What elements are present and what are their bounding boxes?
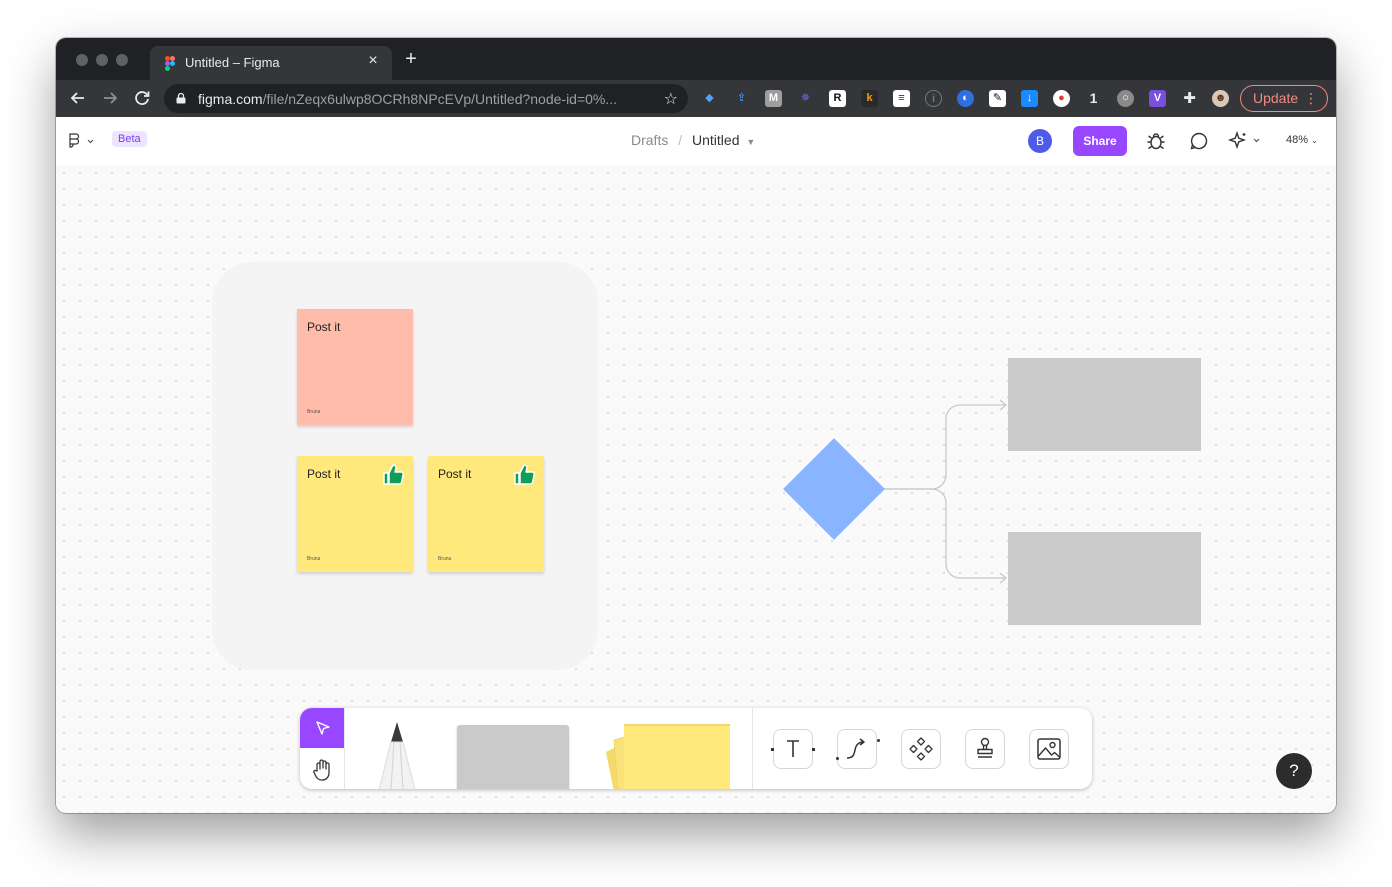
hand-icon: [313, 759, 330, 781]
bookmark-star-icon[interactable]: ☆: [664, 89, 678, 109]
browser-window: Untitled – Figma × + figma.com/file/nZeq…: [56, 38, 1336, 813]
browser-toolbar: figma.com/file/nZeqx6ulwp8OCRh8NPcEVp/Un…: [56, 80, 1336, 117]
tab-title: Untitled – Figma: [185, 55, 280, 70]
shape-icon[interactable]: [457, 725, 569, 789]
breadcrumb-separator: /: [678, 132, 683, 148]
ring-extension-icon[interactable]: ○: [1117, 90, 1134, 107]
text-icon: [787, 740, 799, 757]
dock-divider: [752, 708, 753, 789]
url-host: figma.com: [198, 91, 263, 107]
v-extension-icon[interactable]: V: [1149, 90, 1166, 107]
lock-icon: [176, 93, 186, 104]
bug-icon[interactable]: [1145, 130, 1167, 152]
connector-icon: [846, 738, 865, 759]
zoom-value: 48%: [1286, 134, 1309, 146]
breadcrumb: Drafts / Untitled ▼: [631, 132, 755, 148]
rectangle-shape[interactable]: [1008, 358, 1201, 451]
title-bar: Untitled – Figma × +: [56, 38, 1336, 80]
figma-logo-icon: [165, 56, 175, 71]
edit-extension-icon[interactable]: ✎: [989, 90, 1006, 107]
counter-extension[interactable]: 1: [1085, 90, 1102, 107]
m-extension-icon[interactable]: M: [765, 90, 782, 107]
component-tool[interactable]: [901, 729, 941, 769]
image-icon: [1037, 738, 1061, 760]
address-bar[interactable]: figma.com/file/nZeqx6ulwp8OCRh8NPcEVp/Un…: [164, 84, 688, 113]
image-tool[interactable]: [1029, 729, 1069, 769]
reload-icon[interactable]: [131, 87, 153, 109]
marker-icon[interactable]: [376, 722, 418, 789]
beta-badge: Beta: [112, 131, 147, 147]
user-avatar[interactable]: B: [1028, 129, 1052, 153]
chevron-down-icon[interactable]: ▼: [746, 137, 755, 147]
breadcrumb-drafts[interactable]: Drafts: [631, 132, 668, 148]
circle-extension-icon[interactable]: ◐: [957, 90, 974, 107]
tool-dock: [300, 708, 1092, 789]
stamp-tool[interactable]: [965, 729, 1005, 769]
connector-handle: [877, 739, 880, 742]
forward-arrow-icon[interactable]: [99, 87, 121, 109]
rectangle-shape[interactable]: [1008, 532, 1201, 625]
figma-menu-icon: [69, 133, 80, 148]
minimize-window-button[interactable]: [96, 54, 108, 66]
connector-handle: [836, 757, 839, 760]
figma-header: Beta Drafts / Untitled ▼ B Share 48% ⌄: [56, 117, 1336, 165]
connector-tool[interactable]: [837, 729, 877, 769]
profile-avatar[interactable]: ☻: [1212, 90, 1229, 107]
component-icon: [909, 737, 933, 761]
tab-close-icon[interactable]: ×: [364, 52, 382, 70]
new-tab-button[interactable]: +: [400, 48, 422, 71]
dock-divider: [344, 708, 345, 789]
main-menu-button[interactable]: [68, 133, 98, 149]
whiteboard-canvas[interactable]: Post it Bruna Post it Bruna Post it Brun…: [56, 165, 1336, 813]
download-extension-icon[interactable]: ↓: [1021, 90, 1038, 107]
sticky-note-icon[interactable]: [600, 722, 732, 789]
share-extension-icon[interactable]: ⇪: [733, 90, 750, 107]
hand-tool[interactable]: [300, 748, 344, 789]
text-handle-left: [771, 748, 774, 751]
url-path: /file/nZeqx6ulwp8OCRh8NPcEVp/Untitled?no…: [262, 91, 618, 107]
close-window-button[interactable]: [76, 54, 88, 66]
chevron-down-icon: [87, 139, 94, 144]
info-extension-icon[interactable]: i: [925, 90, 942, 107]
back-arrow-icon[interactable]: [67, 87, 89, 109]
notes-extension-icon[interactable]: ≡: [893, 90, 910, 107]
gem-extension-icon[interactable]: ◆: [701, 90, 718, 107]
update-label: Update: [1253, 90, 1299, 106]
update-button[interactable]: Update ⋮: [1240, 85, 1328, 112]
share-button[interactable]: Share: [1073, 126, 1127, 156]
move-tool[interactable]: [300, 708, 344, 748]
widgets-sparkle-icon[interactable]: [1227, 130, 1263, 152]
file-name[interactable]: Untitled: [692, 132, 739, 148]
url-text: figma.com/file/nZeqx6ulwp8OCRh8NPcEVp/Un…: [198, 91, 617, 107]
cursor-icon: [316, 721, 330, 735]
stamp-icon: [977, 737, 993, 758]
r-extension-icon[interactable]: R: [829, 90, 846, 107]
k-extension-icon[interactable]: k: [861, 90, 878, 107]
text-tool[interactable]: [773, 729, 813, 769]
text-handle-right: [812, 748, 815, 751]
pokeball-extension-icon[interactable]: ●: [1053, 90, 1070, 107]
zoom-level[interactable]: 48% ⌄: [1286, 134, 1318, 146]
puzzle-extensions-icon[interactable]: ✚: [1181, 90, 1198, 107]
comment-icon[interactable]: [1188, 130, 1210, 152]
spark-extension-icon[interactable]: ✵: [797, 90, 814, 107]
chevron-down-icon: ⌄: [1311, 136, 1318, 145]
help-button[interactable]: ?: [1276, 753, 1312, 789]
kebab-menu-icon[interactable]: ⋮: [1304, 86, 1318, 111]
browser-tab[interactable]: Untitled – Figma ×: [150, 46, 392, 80]
maximize-window-button[interactable]: [116, 54, 128, 66]
